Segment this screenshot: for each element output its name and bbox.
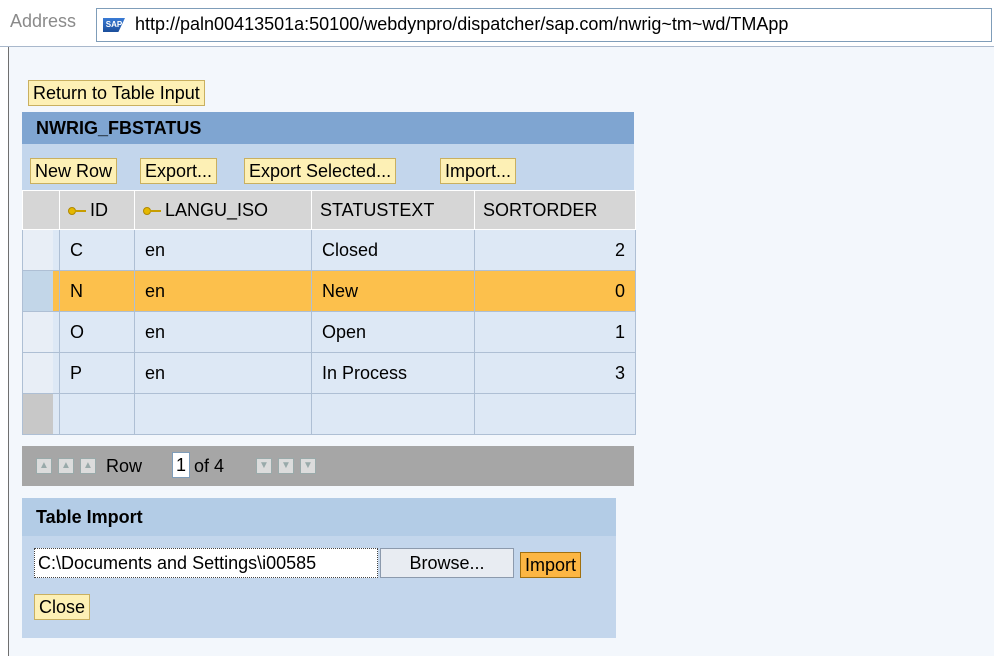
previous-row-icon[interactable]: ▲ [80, 458, 96, 474]
column-header-id[interactable]: ID [59, 190, 135, 230]
close-button[interactable]: Close [34, 594, 91, 620]
table-header-row: ID LANGU_ISO STATUSTEXT SORTORDER [22, 190, 636, 230]
cell-langu[interactable]: en [134, 352, 312, 394]
cell-statustext[interactable]: Closed [311, 229, 475, 271]
cell-sortorder[interactable]: 1 [474, 311, 636, 353]
address-input[interactable]: SAP http://paln00413501a:50100/webdynpro… [96, 8, 992, 42]
new-row-button[interactable]: New Row [30, 158, 118, 184]
column-header-statustext[interactable]: STATUSTEXT [311, 190, 475, 230]
row-selector[interactable] [22, 311, 60, 353]
address-url: http://paln00413501a:50100/webdynpro/dis… [135, 14, 789, 34]
cell-langu[interactable]: en [134, 311, 312, 353]
row-number-input[interactable]: 1 [172, 452, 190, 478]
return-to-table-input-button[interactable]: Return to Table Input [28, 80, 205, 106]
cell-id[interactable]: C [59, 229, 135, 271]
key-icon [68, 206, 86, 216]
cell-sortorder[interactable]: 3 [474, 352, 636, 394]
table-row-empty [22, 393, 636, 435]
address-bar: Address SAP http://paln00413501a:50100/w… [0, 0, 994, 47]
column-header-langu-iso[interactable]: LANGU_ISO [134, 190, 312, 230]
table-pager: ▲ ▲ ▲ Row 1 of 4 ▼ ▼ ▼ [22, 446, 634, 486]
sap-page-icon: SAP [103, 18, 125, 32]
table-row[interactable]: O en Open 1 [22, 311, 636, 353]
file-path-input[interactable]: C:\Documents and Settings\i00585 [34, 548, 378, 578]
address-label: Address [10, 11, 77, 31]
previous-page-icon[interactable]: ▲ [58, 458, 74, 474]
cell-statustext[interactable]: Open [311, 311, 475, 353]
export-selected-button[interactable]: Export Selected... [244, 158, 397, 184]
column-header-sortorder[interactable]: SORTORDER [474, 190, 636, 230]
row-selector[interactable] [22, 270, 60, 312]
cell-langu[interactable]: en [134, 229, 312, 271]
export-button[interactable]: Export... [140, 158, 218, 184]
table-title: NWRIG_FBSTATUS [22, 112, 634, 144]
row-selector[interactable] [22, 352, 60, 394]
row-label: Row [106, 456, 143, 476]
cell-id[interactable]: O [59, 311, 135, 353]
select-all-header[interactable] [22, 190, 60, 230]
first-page-icon[interactable]: ▲ [36, 458, 52, 474]
cell-statustext[interactable]: New [311, 270, 475, 312]
import-dialog-button[interactable]: Import... [440, 158, 517, 184]
cell-id[interactable]: N [59, 270, 135, 312]
next-row-icon[interactable]: ▼ [256, 458, 272, 474]
key-icon [143, 206, 161, 216]
table-row[interactable]: C en Closed 2 [22, 229, 636, 271]
table-row-selected[interactable]: N en New 0 [22, 270, 636, 312]
browse-button[interactable]: Browse... [380, 548, 514, 578]
cell-langu[interactable]: en [134, 270, 312, 312]
data-table: ID LANGU_ISO STATUSTEXT SORTORDER C en C… [22, 190, 636, 435]
row-selector [22, 393, 60, 435]
row-total-label: of 4 [194, 456, 225, 476]
cell-id[interactable]: P [59, 352, 135, 394]
cell-statustext[interactable]: In Process [311, 352, 475, 394]
cell-sortorder[interactable]: 2 [474, 229, 636, 271]
table-import-title: Table Import [22, 498, 616, 536]
row-selector[interactable] [22, 229, 60, 271]
last-page-icon[interactable]: ▼ [300, 458, 316, 474]
import-button[interactable]: Import [520, 552, 582, 578]
cell-sortorder[interactable]: 0 [474, 270, 636, 312]
next-page-icon[interactable]: ▼ [278, 458, 294, 474]
table-row[interactable]: P en In Process 3 [22, 352, 636, 394]
